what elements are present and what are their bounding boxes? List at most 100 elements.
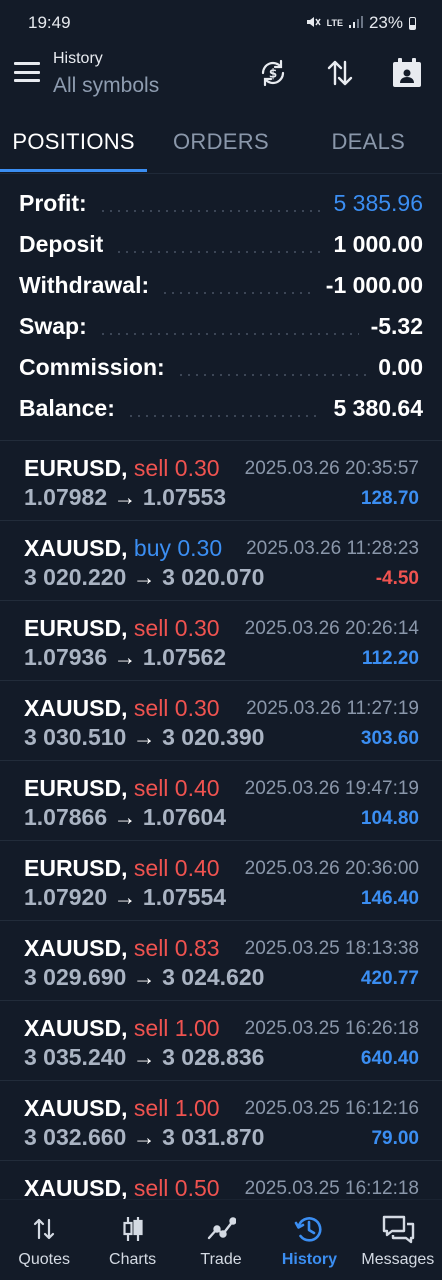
dotted-leader — [98, 209, 322, 212]
page-title: History — [53, 50, 103, 67]
position-symbol: EURUSD, — [24, 775, 128, 801]
position-title: EURUSD, sell 0.30 — [24, 455, 220, 482]
nav-charts[interactable]: Charts — [88, 1200, 176, 1280]
nav-trade[interactable]: Trade — [177, 1200, 265, 1280]
tab-positions[interactable]: POSITIONS — [0, 118, 148, 174]
position-title: XAUUSD, sell 0.50 — [24, 1175, 220, 1200]
position-time: 2025.03.26 11:27:19 — [246, 698, 419, 719]
position-prices: 3 035.240 → 3 028.836 — [24, 1044, 264, 1071]
position-title: XAUUSD, buy 0.30 — [24, 535, 222, 562]
position-title: XAUUSD, sell 0.83 — [24, 935, 220, 962]
lte-icon: LTE — [326, 17, 343, 28]
close-price: 1.07604 — [142, 804, 227, 830]
list-item[interactable]: XAUUSD, sell 0.83 2025.03.25 18:13:38 3 … — [0, 920, 442, 1000]
status-time: 19:49 — [28, 13, 71, 32]
position-side: sell 0.40 — [133, 855, 220, 881]
tab-orders[interactable]: ORDERS — [147, 118, 294, 174]
position-time: 2025.03.26 20:35:57 — [244, 458, 419, 479]
commission-value: 0.00 — [378, 354, 423, 380]
open-price: 3 030.510 — [24, 724, 127, 750]
calendar-icon[interactable] — [390, 56, 424, 90]
currency-sync-icon[interactable]: $ — [256, 56, 290, 90]
withdrawal-value: -1 000.00 — [325, 272, 423, 298]
close-price: 3 024.620 — [162, 964, 265, 990]
list-item[interactable]: XAUUSD, sell 1.00 2025.03.25 16:12:16 3 … — [0, 1080, 442, 1160]
bottom-navigation: Quotes Charts Trade History Messages — [0, 1199, 442, 1280]
close-price: 3 020.070 — [162, 564, 265, 590]
position-side: sell 0.30 — [133, 455, 220, 481]
position-title: EURUSD, sell 0.30 — [24, 615, 220, 642]
position-title: XAUUSD, sell 0.30 — [24, 695, 220, 722]
app-header: History All symbols $ — [0, 46, 442, 106]
list-item[interactable]: XAUUSD, buy 0.30 2025.03.26 11:28:23 3 0… — [0, 520, 442, 600]
position-time: 2025.03.25 16:12:16 — [244, 1098, 419, 1119]
summary-commission-row: Commission: 0.00 — [19, 347, 423, 388]
history-icon — [265, 1212, 353, 1246]
summary-withdrawal-row: Withdrawal: -1 000.00 — [19, 265, 423, 306]
list-item[interactable]: EURUSD, sell 0.40 2025.03.26 20:36:00 1.… — [0, 840, 442, 920]
nav-trade-label: Trade — [200, 1251, 242, 1268]
symbol-filter[interactable]: All symbols — [53, 74, 159, 98]
summary-deposit-row: Deposit 1 000.00 — [19, 224, 423, 265]
open-price: 1.07920 — [24, 884, 108, 910]
position-title: EURUSD, sell 0.40 — [24, 855, 220, 882]
summary-profit-row: Profit: 5 385.96 — [19, 183, 423, 224]
nav-messages[interactable]: Messages — [354, 1200, 442, 1280]
position-time: 2025.03.26 20:26:14 — [244, 618, 419, 639]
summary-balance-row: Balance: 5 380.64 — [19, 388, 423, 429]
position-time: 2025.03.26 11:28:23 — [246, 538, 419, 559]
list-item[interactable]: XAUUSD, sell 0.30 2025.03.26 11:27:19 3 … — [0, 680, 442, 760]
position-prices: 3 032.660 → 3 031.870 — [24, 1124, 264, 1151]
menu-icon[interactable] — [14, 62, 40, 82]
balance-label: Balance: — [19, 395, 115, 421]
swap-value: -5.32 — [370, 313, 423, 339]
profit-value: 5 385.96 — [333, 190, 423, 216]
deposit-value: 1 000.00 — [333, 231, 423, 257]
signal-icon — [348, 13, 363, 33]
deposit-label: Deposit — [19, 231, 104, 257]
dotted-leader — [98, 332, 359, 335]
position-symbol: XAUUSD, — [24, 535, 128, 561]
nav-history-label: History — [281, 1251, 337, 1268]
positions-list[interactable]: EURUSD, sell 0.30 2025.03.26 20:35:57 1.… — [0, 440, 442, 1200]
position-symbol: EURUSD, — [24, 455, 128, 481]
position-profit: 420.77 — [360, 968, 419, 989]
position-prices: 1.07936 → 1.07562 — [24, 644, 226, 671]
nav-quotes[interactable]: Quotes — [0, 1200, 88, 1280]
position-profit: 79.00 — [371, 1128, 419, 1149]
quotes-icon — [0, 1212, 88, 1246]
arrow-right-icon: → — [132, 724, 156, 750]
open-price: 1.07866 — [24, 804, 108, 830]
swap-label: Swap: — [19, 313, 87, 339]
nav-history[interactable]: History — [265, 1200, 353, 1280]
position-side: sell 0.40 — [133, 775, 220, 801]
arrow-right-icon: → — [132, 1124, 156, 1150]
open-price: 1.07982 — [24, 484, 108, 510]
list-item[interactable]: EURUSD, sell 0.30 2025.03.26 20:35:57 1.… — [0, 440, 442, 520]
position-prices: 1.07866 → 1.07604 — [24, 804, 226, 831]
position-profit: 146.40 — [360, 888, 419, 909]
list-item[interactable]: XAUUSD, sell 0.50 2025.03.25 16:12:18 — [0, 1160, 442, 1200]
status-indicators: LTE 23% — [305, 13, 416, 33]
position-symbol: XAUUSD, — [24, 935, 128, 961]
arrow-right-icon: → — [132, 964, 156, 990]
list-item[interactable]: EURUSD, sell 0.30 2025.03.26 20:26:14 1.… — [0, 600, 442, 680]
sort-icon[interactable] — [323, 56, 357, 90]
list-item[interactable]: XAUUSD, sell 1.00 2025.03.25 16:26:18 3 … — [0, 1000, 442, 1080]
svg-text:$: $ — [269, 67, 277, 81]
close-price: 1.07553 — [142, 484, 227, 510]
position-side: buy 0.30 — [133, 535, 223, 561]
position-title: XAUUSD, sell 1.00 — [24, 1095, 220, 1122]
position-symbol: XAUUSD, — [24, 1175, 128, 1200]
arrow-right-icon: → — [113, 644, 137, 670]
position-side: sell 0.83 — [133, 935, 220, 961]
open-price: 3 020.220 — [24, 564, 127, 590]
position-side: sell 0.50 — [133, 1175, 220, 1200]
nav-charts-label: Charts — [109, 1251, 157, 1268]
position-profit: -4.50 — [375, 568, 419, 589]
list-item[interactable]: EURUSD, sell 0.40 2025.03.26 19:47:19 1.… — [0, 760, 442, 840]
messages-icon — [354, 1212, 442, 1246]
position-prices: 3 030.510 → 3 020.390 — [24, 724, 264, 751]
tab-deals[interactable]: DEALS — [295, 118, 442, 174]
profit-label: Profit: — [19, 190, 87, 216]
